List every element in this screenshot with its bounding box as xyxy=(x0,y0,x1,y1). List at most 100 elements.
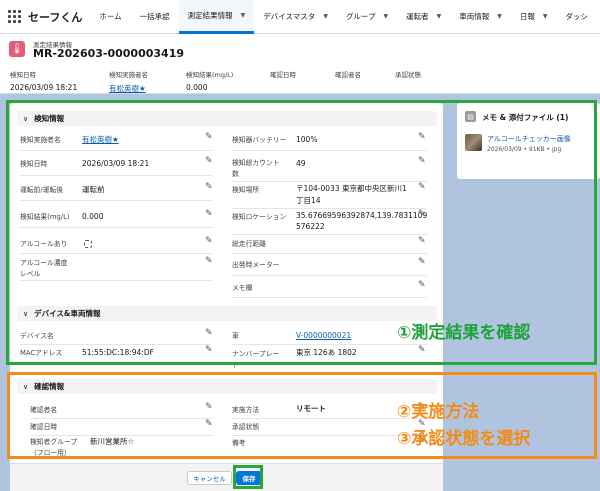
header-driver-link[interactable]: 有松英樹★ xyxy=(109,83,148,94)
edit-pencil-icon[interactable]: ✎ xyxy=(418,182,426,192)
field-label: 検知総カウント xyxy=(232,159,280,167)
chevron-down-icon[interactable]: ▼ xyxy=(437,13,442,20)
nav-tab[interactable]: 車両情報 ▼ xyxy=(450,0,511,34)
cancel-button[interactable]: キャンセル xyxy=(187,471,232,485)
edit-pencil-icon[interactable]: ✎ xyxy=(205,328,213,338)
chevron-down-icon[interactable]: ▼ xyxy=(543,13,548,20)
chevron-down-icon: ∨ xyxy=(23,114,29,123)
field-label: 出発時メーター xyxy=(232,261,280,269)
field-divider xyxy=(20,344,212,345)
edit-pencil-icon[interactable]: ✎ xyxy=(418,209,426,219)
edit-pencil-icon[interactable]: ✎ xyxy=(418,345,426,355)
section-header-device[interactable]: ∨ デバイス&車両情報 xyxy=(17,306,437,321)
field-divider xyxy=(30,435,212,436)
chevron-down-icon[interactable]: ▼ xyxy=(323,13,328,20)
chevron-down-icon[interactable]: ▼ xyxy=(241,12,246,19)
place-value-line2: 丁目14 xyxy=(296,196,321,205)
total-count-value: 49 xyxy=(296,159,306,168)
thermometer-icon: 🌡 xyxy=(9,41,25,57)
edit-pencil-icon[interactable]: ✎ xyxy=(418,156,426,166)
nav-tab-label: 車両情報 xyxy=(459,12,490,21)
field-label: レベル xyxy=(20,270,41,278)
chevron-down-icon[interactable]: ▼ xyxy=(384,13,389,20)
field-label: 検知場所 xyxy=(232,186,260,194)
alcohol-checkbox[interactable] xyxy=(84,240,92,248)
nav-tab[interactable]: ホーム xyxy=(90,0,130,34)
driver-name-link[interactable]: 有松英樹★ xyxy=(82,135,119,145)
header-field-confirmer: 確認者名 xyxy=(335,69,361,83)
field-label: 数 xyxy=(232,170,239,178)
attachment-link[interactable]: アルコールチェッカー画像 xyxy=(487,134,571,144)
field-divider xyxy=(20,175,212,176)
field-label: 車 xyxy=(232,332,239,340)
detected-at-value: 2026/03/09 18:21 xyxy=(82,159,150,168)
header-field-label: 承認状態 xyxy=(395,71,421,79)
nav-tab-label: 測定結果情報 xyxy=(187,10,233,20)
app-launcher-icon[interactable] xyxy=(0,0,28,34)
edit-pencil-icon[interactable]: ✎ xyxy=(205,132,213,142)
edit-pencil-icon[interactable]: ✎ xyxy=(418,132,426,142)
field-label: 確認者名 xyxy=(30,406,58,414)
nav-tab[interactable]: 測定結果情報 ▼ xyxy=(178,0,255,34)
edit-pencil-icon[interactable]: ✎ xyxy=(418,257,426,267)
attachment-meta: 2026/03/09 • 91KB • jpg xyxy=(487,146,562,153)
field-label: アルコール濃度 xyxy=(20,259,68,267)
field-divider xyxy=(232,208,427,209)
edit-pencil-icon[interactable]: ✎ xyxy=(418,280,426,290)
edit-pencil-icon[interactable]: ✎ xyxy=(205,209,213,219)
field-divider xyxy=(20,200,212,201)
field-label: メモ欄 xyxy=(232,284,253,292)
detail-card: ∨ 検知情報 検知実施者名 有松英樹★ ✎ 検知器バッテリー 100% ✎ 検知… xyxy=(10,103,443,488)
image-thumbnail[interactable] xyxy=(465,134,482,151)
field-divider xyxy=(20,227,212,228)
nav-tab[interactable]: 日報 ▼ xyxy=(511,0,557,34)
field-label: ナンバープレー xyxy=(232,350,280,358)
nav-tab[interactable]: 運転者 ▼ xyxy=(397,0,450,34)
section-header-detection[interactable]: ∨ 検知情報 xyxy=(17,111,437,126)
edit-pencil-icon[interactable]: ✎ xyxy=(205,182,213,192)
nav-tab[interactable]: デバイスマスタ ▼ xyxy=(254,0,337,34)
edit-pencil-icon[interactable]: ✎ xyxy=(205,256,213,266)
header-field-label: 確認者名 xyxy=(335,71,361,79)
section-title: デバイス&車両情報 xyxy=(34,309,101,318)
field-label: 検知実施者名 xyxy=(20,136,61,144)
place-value-line1: 〒104-0033 東京都中央区新川1 xyxy=(296,184,407,193)
chevron-down-icon: ∨ xyxy=(23,309,29,318)
vehicle-link[interactable]: V-0000000021 xyxy=(296,331,351,341)
field-label: 承認状態 xyxy=(232,423,260,431)
location-value-line1: 35.67669596392874,139.7831109 xyxy=(296,211,428,220)
nav-tab[interactable]: 一括承認 xyxy=(131,0,179,34)
nav-tab-label: デバイスマスタ xyxy=(263,12,316,21)
mac-value: 51:55:DC:18:94:DF xyxy=(82,348,154,357)
field-divider xyxy=(232,234,427,235)
edit-pencil-icon[interactable]: ✎ xyxy=(418,236,426,246)
nav-tab-label: 一括承認 xyxy=(139,12,170,21)
field-label: 確認日時 xyxy=(30,423,58,431)
annotation-step3: ③承認状態を選択 xyxy=(397,429,531,449)
header-field-label: 検知実施者名 xyxy=(109,71,148,79)
nav-tab-label: ホーム xyxy=(99,12,122,21)
nav-tab[interactable]: グループ ▼ xyxy=(337,0,397,34)
header-field-result: 検知結果(mg/L) 0.000 xyxy=(186,69,233,92)
section-title: 確認情報 xyxy=(34,382,65,391)
field-divider xyxy=(232,253,427,254)
field-label: デバイス名 xyxy=(20,332,54,340)
header-field-detected-at: 検知日時 2026/03/09 18:21 xyxy=(10,69,77,92)
record-name: MR-202603-0000003419 xyxy=(33,47,185,60)
field-divider xyxy=(232,150,427,151)
field-label: ト xyxy=(232,361,239,369)
nav-tab[interactable]: ダッシ xyxy=(557,0,598,34)
field-label: MACアドレス xyxy=(20,349,63,357)
chevron-down-icon[interactable]: ▼ xyxy=(497,13,502,20)
edit-pencil-icon[interactable]: ✎ xyxy=(205,236,213,246)
save-button[interactable]: 保存 xyxy=(236,471,262,485)
header-field-value: 2026/03/09 18:21 xyxy=(10,83,78,92)
edit-pencil-icon[interactable]: ✎ xyxy=(205,419,213,429)
nav-tab-label: ダッシ xyxy=(565,12,589,21)
edit-pencil-icon[interactable]: ✎ xyxy=(205,402,213,412)
section-header-confirmation[interactable]: ∨ 確認情報 xyxy=(17,379,437,394)
field-label: 備考 xyxy=(232,439,246,447)
nav-tab-label: 運転者 xyxy=(406,12,429,21)
edit-pencil-icon[interactable]: ✎ xyxy=(205,345,213,355)
edit-pencil-icon[interactable]: ✎ xyxy=(205,156,213,166)
